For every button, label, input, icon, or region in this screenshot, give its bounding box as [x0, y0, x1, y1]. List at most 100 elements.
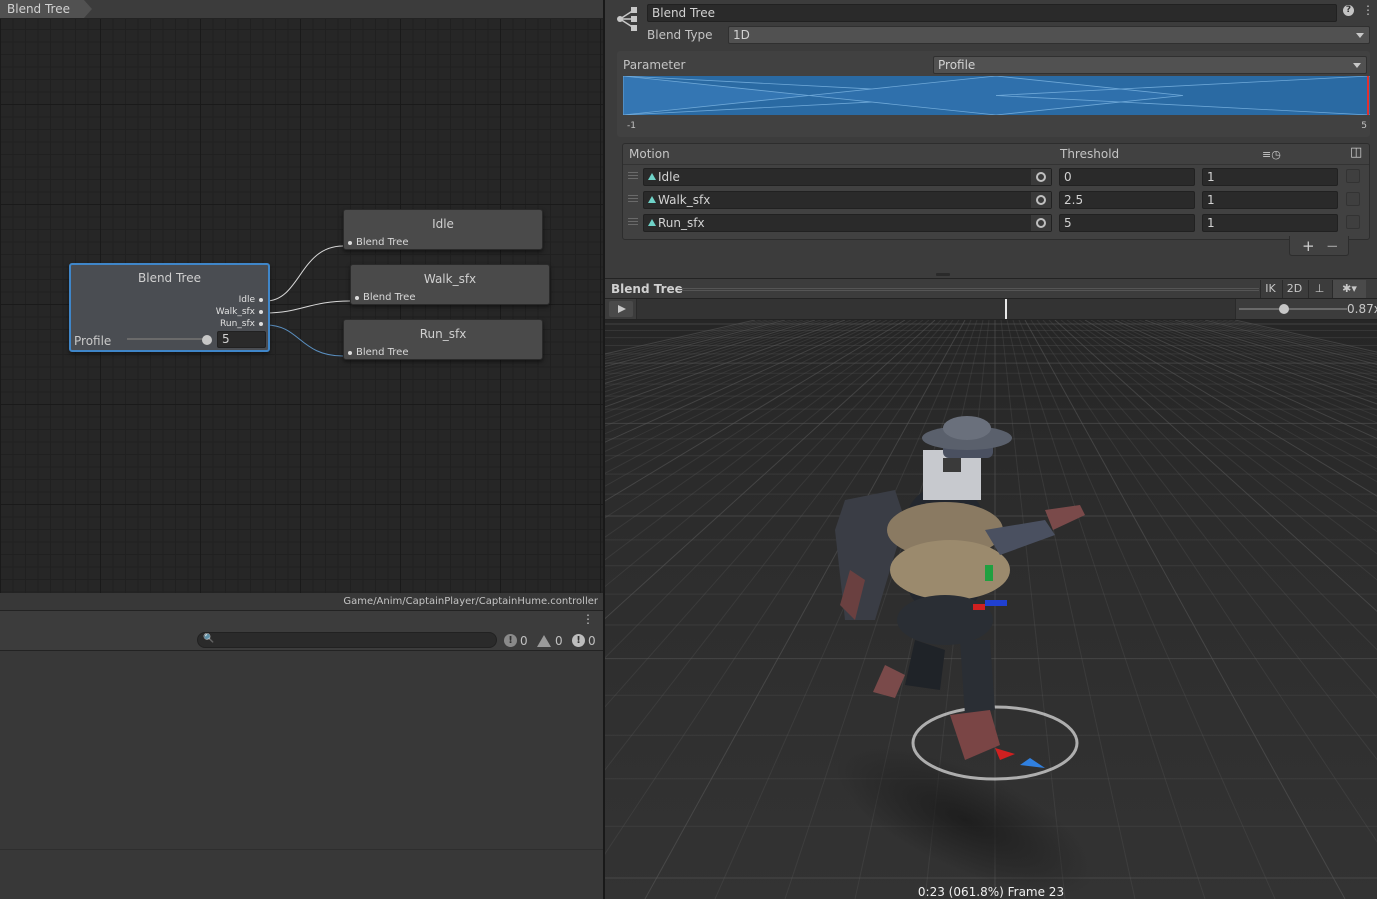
parameter-dropdown[interactable]: Profile: [933, 56, 1367, 74]
port-label: Blend Tree: [363, 292, 416, 303]
speed-field[interactable]: 1: [1202, 191, 1338, 209]
preview-status: 0:23 (061.8%) Frame 23: [917, 885, 1065, 899]
chevron-down-icon: [1353, 63, 1361, 68]
motion-clip-field[interactable]: Idle: [643, 168, 1052, 186]
list-add-remove: + −: [1289, 236, 1349, 256]
mirror-icon: ◫: [1350, 145, 1363, 160]
blend-parameter-value[interactable]: 5: [217, 331, 266, 348]
error-count: 0: [588, 633, 596, 648]
port-dot-icon: [259, 322, 263, 326]
connection-idle: [265, 245, 344, 302]
parameter-label: Parameter: [623, 58, 686, 72]
preview-resize-handle[interactable]: [936, 273, 950, 276]
info-count-toggle[interactable]: ! 0: [504, 632, 528, 649]
node-title: Walk_sfx: [423, 272, 477, 286]
preview-header: Blend Tree IK 2D ⊥ ✱▾: [605, 278, 1377, 299]
2d-toggle-button[interactable]: 2D: [1282, 280, 1306, 298]
node-input-port[interactable]: Blend Tree: [348, 237, 409, 248]
add-motion-button[interactable]: +: [1302, 237, 1315, 255]
blend-tree-name-field[interactable]: Blend Tree: [647, 4, 1337, 22]
blend-parameter-slider-track[interactable]: [127, 338, 207, 340]
motion-clip-field[interactable]: Run_sfx: [643, 214, 1052, 232]
animator-panel: Blend Tree Blend Tree Idle Walk_sfx Run_…: [0, 0, 603, 899]
motion-clip-field[interactable]: Walk_sfx: [643, 191, 1052, 209]
node-title: Idle: [432, 217, 454, 231]
node-run-sfx[interactable]: Run_sfx Blend Tree: [343, 319, 543, 360]
output-port-idle[interactable]: Idle: [239, 295, 263, 305]
preview-viewport[interactable]: 0:23 (061.8%) Frame 23: [605, 320, 1377, 899]
threshold-field[interactable]: 2.5: [1059, 191, 1195, 209]
console-log-list[interactable]: [0, 651, 603, 849]
preview-controls: 0.87x: [605, 299, 1377, 320]
blend-tree-node[interactable]: Blend Tree Idle Walk_sfx Run_sfx Profile…: [69, 263, 270, 352]
inspector-panel: Blend Tree ? ⋮ Blend Type 1D Parameter P…: [605, 0, 1377, 278]
drag-handle-icon[interactable]: [628, 218, 638, 225]
object-picker-icon[interactable]: [1031, 169, 1051, 185]
blend-type-value: 1D: [733, 28, 750, 42]
search-icon: 🔍: [203, 634, 215, 644]
animation-clip-icon: [648, 173, 656, 180]
output-port-run[interactable]: Run_sfx: [220, 319, 263, 329]
output-label: Run_sfx: [220, 319, 255, 329]
port-dot-icon: [348, 350, 352, 355]
node-input-port[interactable]: Blend Tree: [348, 347, 409, 358]
playback-speed-knob[interactable]: [1279, 304, 1289, 314]
drag-handle-icon[interactable]: [628, 195, 638, 202]
console-tab-bar: ⋮: [0, 610, 603, 629]
blend-type-dropdown[interactable]: 1D: [728, 26, 1370, 44]
output-label: Walk_sfx: [215, 307, 255, 317]
port-dot-icon: [259, 298, 263, 302]
range-max: 5: [1361, 121, 1367, 131]
pivot-icon[interactable]: ⊥: [1308, 280, 1330, 298]
preview-timeline[interactable]: [636, 299, 1236, 319]
help-icon[interactable]: ?: [1343, 5, 1354, 16]
warning-count-toggle[interactable]: 0: [537, 632, 563, 649]
asset-path-bar: Game/Anim/CaptainPlayer/CaptainHume.cont…: [0, 593, 603, 610]
motion-clip-name: Run_sfx: [658, 216, 705, 230]
object-picker-icon[interactable]: [1031, 215, 1051, 231]
mirror-checkbox[interactable]: [1346, 215, 1360, 229]
playback-speed-slider[interactable]: [1239, 308, 1347, 310]
parameter-value: Profile: [938, 58, 976, 72]
console-menu-icon[interactable]: ⋮: [582, 612, 594, 626]
animation-clip-icon: [648, 196, 656, 203]
blend-parameter-slider-knob[interactable]: [202, 335, 212, 345]
port-dot-icon: [355, 295, 359, 300]
inspector-menu-icon[interactable]: ⋮: [1362, 3, 1374, 17]
node-walk-sfx[interactable]: Walk_sfx Blend Tree: [350, 264, 550, 305]
warning-count: 0: [555, 633, 563, 648]
motion-clip-name: Idle: [658, 170, 680, 184]
mirror-checkbox[interactable]: [1346, 169, 1360, 183]
play-button[interactable]: [609, 301, 633, 317]
object-picker-icon[interactable]: [1031, 192, 1051, 208]
blend-weight-graph[interactable]: [623, 76, 1370, 115]
threshold-field[interactable]: 0: [1059, 168, 1195, 186]
node-idle[interactable]: Idle Blend Tree: [343, 209, 543, 250]
remove-motion-button[interactable]: −: [1326, 237, 1339, 255]
blend-tree-node-title: Blend Tree: [138, 271, 201, 285]
mirror-checkbox[interactable]: [1346, 192, 1360, 206]
threshold-column-header: Threshold: [1060, 147, 1120, 161]
node-title: Run_sfx: [419, 327, 467, 341]
avatar-dropdown-icon[interactable]: ✱▾: [1332, 280, 1366, 298]
motion-list: Motion Threshold ≡◷ ◫ Idle 0 1 Walk_sfx …: [622, 143, 1370, 240]
asset-path: Game/Anim/CaptainPlayer/CaptainHume.cont…: [343, 596, 598, 607]
output-port-walk[interactable]: Walk_sfx: [216, 307, 263, 317]
compute-thresholds-icon[interactable]: ≡◷: [1262, 148, 1281, 161]
preview-drag-bar[interactable]: [679, 288, 1259, 291]
breadcrumb[interactable]: Blend Tree: [0, 0, 92, 18]
node-input-port[interactable]: Blend Tree: [355, 292, 416, 303]
motion-column-header: Motion: [629, 147, 670, 161]
threshold-field[interactable]: 5: [1059, 214, 1195, 232]
speed-field[interactable]: 1: [1202, 214, 1338, 232]
motion-row: Idle 0 1: [623, 167, 1369, 190]
timeline-playhead[interactable]: [1005, 299, 1007, 319]
chevron-down-icon: [1356, 33, 1364, 38]
graph-canvas[interactable]: Blend Tree Idle Walk_sfx Run_sfx Profile…: [0, 19, 603, 593]
ik-toggle-button[interactable]: IK: [1260, 280, 1280, 298]
console-search-input[interactable]: 🔍: [197, 632, 497, 648]
error-count-toggle[interactable]: ! 0: [572, 632, 596, 649]
port-label: Blend Tree: [356, 347, 409, 358]
drag-handle-icon[interactable]: [628, 172, 638, 179]
speed-field[interactable]: 1: [1202, 168, 1338, 186]
